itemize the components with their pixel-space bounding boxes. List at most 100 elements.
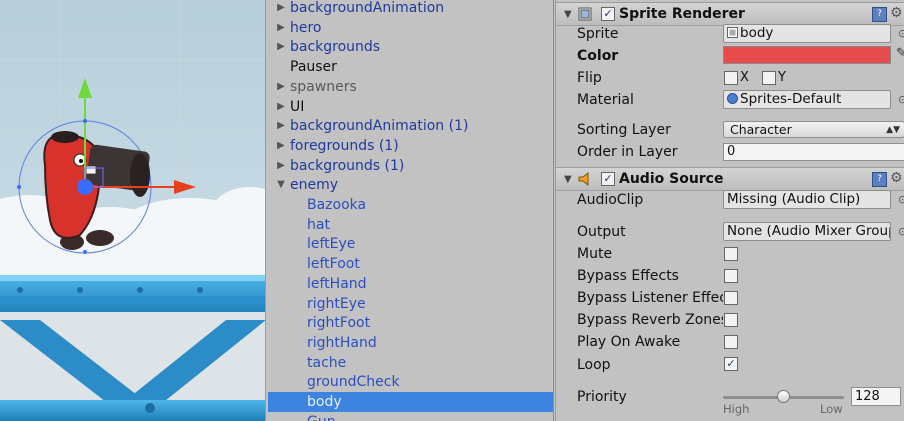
flip-y-label: Y xyxy=(778,70,786,85)
hierarchy-item[interactable]: rightEye xyxy=(268,294,553,314)
scene-view[interactable] xyxy=(0,0,266,421)
sprite-value: body xyxy=(740,25,774,41)
audioclip-picker-target-icon[interactable]: ⊙ xyxy=(898,193,904,206)
audio-source-enabled-checkbox[interactable]: ✓ xyxy=(601,172,615,186)
fold-arrow-icon[interactable]: ▼ xyxy=(564,174,572,185)
mute-checkbox[interactable] xyxy=(724,247,738,261)
collapsed-arrow-icon[interactable]: ▶ xyxy=(275,156,287,176)
hierarchy-item[interactable]: body xyxy=(268,392,553,412)
collapsed-arrow-icon[interactable]: ▶ xyxy=(275,77,287,97)
hierarchy-item[interactable]: ▶ UI xyxy=(268,97,553,117)
collapsed-arrow-icon[interactable]: ▶ xyxy=(275,136,287,156)
bypass-listener-effects-checkbox[interactable] xyxy=(724,291,738,305)
hierarchy-item-label: spawners xyxy=(290,78,357,95)
help-book-icon[interactable]: ? xyxy=(872,172,887,187)
priority-label: Priority xyxy=(577,389,627,405)
collapsed-arrow-icon[interactable]: ▶ xyxy=(275,0,287,18)
output-picker-target-icon[interactable]: ⊙ xyxy=(898,225,904,238)
expanded-arrow-icon[interactable]: ▼ xyxy=(275,175,287,195)
collapsed-arrow-icon[interactable]: ▶ xyxy=(275,116,287,136)
loop-checkbox[interactable]: ✓ xyxy=(724,357,738,371)
flip-x-checkbox[interactable] xyxy=(724,71,738,85)
loop-label: Loop xyxy=(577,357,611,373)
hierarchy-item[interactable]: ▶ foregrounds (1) xyxy=(268,136,553,156)
hierarchy-item[interactable]: ▶ hero xyxy=(268,18,553,38)
hierarchy-item[interactable]: leftHand xyxy=(268,274,553,294)
hierarchy-item[interactable]: Bazooka xyxy=(268,195,553,215)
hierarchy-item-label: backgrounds (1) xyxy=(290,157,405,174)
audio-source-header[interactable]: ▼ ✓ Audio Source ? ⚙ xyxy=(556,167,904,191)
mute-label: Mute xyxy=(577,246,613,262)
sprite-renderer-title: Sprite Renderer xyxy=(619,6,745,22)
flip-y-checkbox[interactable] xyxy=(762,71,776,85)
hierarchy-item-label: Pauser xyxy=(290,59,337,76)
priority-slider-thumb[interactable] xyxy=(777,390,790,403)
bridge-girder xyxy=(0,275,265,421)
hierarchy-item[interactable]: ▶ spawners xyxy=(268,77,553,97)
hierarchy-item-label: enemy xyxy=(290,177,339,194)
sprite-renderer-header[interactable]: ▼ ✓ Sprite Renderer ? ⚙ xyxy=(556,2,904,26)
order-in-layer-label: Order in Layer xyxy=(577,144,678,160)
scene-canvas[interactable] xyxy=(0,0,266,421)
hierarchy-item-label: tache xyxy=(307,354,347,371)
hierarchy-item-label: body xyxy=(307,394,342,410)
eyedropper-icon[interactable]: ✎ xyxy=(896,46,904,61)
play-on-awake-label: Play On Awake xyxy=(577,334,681,350)
help-book-icon[interactable]: ? xyxy=(872,7,887,22)
bypass-reverb-zones-checkbox[interactable] xyxy=(724,313,738,327)
hierarchy-item[interactable]: Pauser xyxy=(268,57,553,77)
sorting-layer-dropdown[interactable]: Character ▲▼ xyxy=(723,121,904,138)
hierarchy-item[interactable]: leftFoot xyxy=(268,254,553,274)
hierarchy-item[interactable]: ▶ backgroundAnimation (1) xyxy=(268,116,553,136)
hierarchy-item-label: foregrounds (1) xyxy=(290,137,399,154)
hierarchy-item[interactable]: groundCheck xyxy=(268,372,553,392)
hierarchy-panel[interactable]: ▶ backgroundAnimation ▶ hero ▶ backgrounds Pau… xyxy=(268,0,554,421)
hierarchy-item-label: rightEye xyxy=(307,295,366,312)
hierarchy-item[interactable]: rightFoot xyxy=(268,313,553,333)
collapsed-arrow-icon[interactable]: ▶ xyxy=(275,18,287,38)
hierarchy-item[interactable]: rightHand xyxy=(268,333,553,353)
hierarchy-item[interactable]: ▶ backgroundAnimation xyxy=(268,0,553,18)
color-swatch[interactable] xyxy=(723,46,891,64)
material-picker-target-icon[interactable]: ⊙ xyxy=(898,93,904,106)
priority-high-label: High xyxy=(723,402,750,416)
bypass-effects-checkbox[interactable] xyxy=(724,269,738,283)
dropdown-arrows-icon: ▲▼ xyxy=(886,125,900,135)
hierarchy-item[interactable]: Gun xyxy=(268,412,553,421)
collapsed-arrow-icon[interactable]: ▶ xyxy=(275,97,287,117)
hierarchy-item-label: hero xyxy=(290,19,322,36)
bypass-listener-effects-label: Bypass Listener Effects xyxy=(577,290,723,306)
sprite-field[interactable]: body xyxy=(723,24,891,43)
hierarchy-item[interactable]: ▶ backgrounds xyxy=(268,37,553,57)
order-in-layer-input[interactable]: 0 xyxy=(723,143,904,161)
play-on-awake-checkbox[interactable] xyxy=(724,335,738,349)
gear-icon[interactable]: ⚙ xyxy=(890,170,903,186)
hierarchy-item[interactable]: hat xyxy=(268,215,553,235)
flip-x-label: X xyxy=(740,70,749,85)
sprite-label: Sprite xyxy=(577,26,619,42)
material-field[interactable]: Sprites-Default xyxy=(723,90,891,109)
hierarchy-item-label: rightFoot xyxy=(307,315,371,332)
fold-arrow-icon[interactable]: ▼ xyxy=(564,9,572,20)
hierarchy-item-label: Bazooka xyxy=(307,197,367,213)
priority-input[interactable]: 128 xyxy=(851,387,901,406)
hierarchy-item[interactable]: leftEye xyxy=(268,234,553,254)
hierarchy-item[interactable]: ▶ backgrounds (1) xyxy=(268,156,553,176)
output-label: Output xyxy=(577,224,626,240)
hierarchy-item[interactable]: tache xyxy=(268,353,553,373)
sprite-asset-icon xyxy=(727,27,738,38)
sprite-renderer-icon xyxy=(578,7,592,21)
collapsed-arrow-icon[interactable]: ▶ xyxy=(275,37,287,57)
sprite-renderer-enabled-checkbox[interactable]: ✓ xyxy=(601,7,615,21)
sorting-layer-value: Character xyxy=(730,122,792,137)
inspector-panel: ▼ ✓ Sprite Renderer ? ⚙ Sprite body ⊙ Co… xyxy=(555,0,904,421)
hierarchy-item-label: Gun xyxy=(307,412,336,421)
gear-icon[interactable]: ⚙ xyxy=(890,5,903,21)
hierarchy-item[interactable]: ▼ enemy xyxy=(268,175,553,195)
audio-source-title: Audio Source xyxy=(619,171,724,187)
speaker-icon xyxy=(578,172,589,186)
output-field[interactable]: None (Audio Mixer Group) xyxy=(723,222,891,241)
audioclip-field[interactable]: Missing (Audio Clip) xyxy=(723,190,891,209)
flip-label: Flip xyxy=(577,70,602,86)
sprite-picker-target-icon[interactable]: ⊙ xyxy=(898,27,904,40)
